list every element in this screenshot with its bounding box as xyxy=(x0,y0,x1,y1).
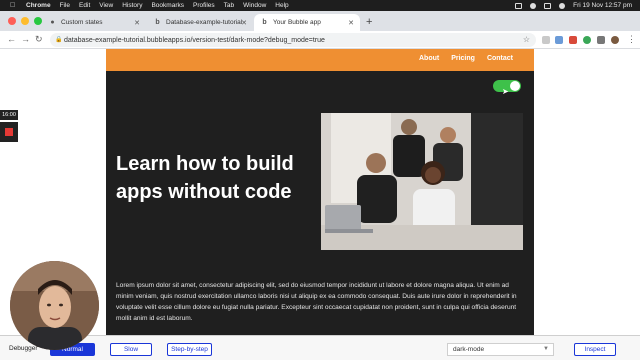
menu-tab[interactable]: Tab xyxy=(224,2,234,9)
page-selector[interactable]: dark-mode ▼ xyxy=(447,343,554,356)
inspect-button[interactable]: Inspect xyxy=(574,343,616,356)
tab-database-example[interactable]: b Database-example-tutorial | B ✕ xyxy=(147,14,253,31)
puzzle-extensions-icon[interactable] xyxy=(597,36,605,44)
nav-contact[interactable]: Contact xyxy=(487,55,513,62)
webcam-overlay xyxy=(10,261,99,350)
bubble-app-page: About Pricing Contact ➤ Learn how to bui… xyxy=(106,49,534,335)
bubble-logo-icon: b xyxy=(155,19,160,26)
camera-status-icon[interactable] xyxy=(515,2,523,9)
page-selector-value: dark-mode xyxy=(453,346,485,353)
tab-label: Custom states xyxy=(61,19,103,26)
apple-icon[interactable]:  xyxy=(10,2,17,9)
body-paragraph: Lorem ipsum dolor sit amet, consectetur … xyxy=(116,282,517,322)
extension-icon[interactable] xyxy=(555,36,563,44)
minimize-window-icon[interactable] xyxy=(21,17,29,25)
tab-custom-states[interactable]: ● Custom states ✕ xyxy=(42,14,146,31)
menu-view[interactable]: View xyxy=(99,2,113,9)
menu-profiles[interactable]: Profiles xyxy=(193,2,215,9)
lock-icon[interactable]: 🔒 xyxy=(55,36,62,43)
new-tab-icon[interactable]: + xyxy=(366,16,372,28)
stop-icon xyxy=(5,128,13,136)
team-photo-illustration xyxy=(321,113,523,250)
menubar-clock[interactable]: Fri 19 Nov 12:57 pm xyxy=(573,2,632,9)
hero-title: Learn how to build apps without code xyxy=(116,153,294,203)
close-tab-icon[interactable]: ✕ xyxy=(348,19,354,27)
chevron-down-icon: ▼ xyxy=(543,346,549,352)
menu-bookmarks[interactable]: Bookmarks xyxy=(151,2,184,9)
tab-label: Database-example-tutorial | B xyxy=(166,19,242,26)
nav-about[interactable]: About xyxy=(419,55,439,62)
browser-toolbar: ← → ↻ 🔒 database-example-tutorial.bubble… xyxy=(0,31,640,49)
forward-arrow-icon[interactable]: → xyxy=(21,34,30,44)
step-by-step-button[interactable]: Step-by-step xyxy=(167,343,212,356)
menu-window[interactable]: Window xyxy=(243,2,266,9)
site-header: About Pricing Contact xyxy=(106,49,534,71)
menu-file[interactable]: File xyxy=(60,2,70,9)
wifi-icon[interactable] xyxy=(530,2,537,9)
extension-icon[interactable] xyxy=(583,36,591,44)
presenter-video xyxy=(10,261,99,350)
more-menu-icon[interactable]: ⋮ xyxy=(627,34,636,45)
recording-timer: 16:00 xyxy=(0,110,18,120)
tab-label: Your Bubble app xyxy=(273,19,321,26)
menu-app-name[interactable]: Chrome xyxy=(26,2,51,9)
close-window-icon[interactable] xyxy=(8,17,16,25)
menubar-status-area: Fri 19 Nov 12:57 pm xyxy=(515,0,632,11)
browser-tab-strip: ● Custom states ✕ b Database-example-tut… xyxy=(0,11,640,31)
macos-menubar:  Chrome File Edit View History Bookmark… xyxy=(0,0,640,11)
toggle-knob xyxy=(510,81,520,91)
bookmark-star-icon[interactable]: ☆ xyxy=(523,35,530,44)
close-tab-icon[interactable]: ✕ xyxy=(134,19,140,27)
extension-icon[interactable] xyxy=(569,36,577,44)
mouse-cursor-icon: ➤ xyxy=(502,87,509,96)
tab-your-bubble-app[interactable]: b Your Bubble app ✕ xyxy=(254,14,360,31)
url-text[interactable]: database-example-tutorial.bubbleapps.io/… xyxy=(64,37,325,44)
back-arrow-icon[interactable]: ← xyxy=(7,34,16,44)
stop-recording-button[interactable] xyxy=(0,122,18,142)
extension-icon[interactable] xyxy=(542,36,550,44)
close-tab-icon[interactable]: ✕ xyxy=(241,19,247,27)
profile-avatar[interactable] xyxy=(611,36,619,44)
window-controls xyxy=(8,17,42,25)
menu-help[interactable]: Help xyxy=(275,2,288,9)
menu-edit[interactable]: Edit xyxy=(79,2,90,9)
bubble-logo-icon: ● xyxy=(50,19,55,26)
nav-pricing[interactable]: Pricing xyxy=(451,55,475,62)
debugger-bar: Debugger Normal Slow Step-by-step dark-m… xyxy=(0,335,640,360)
slow-speed-button[interactable]: Slow xyxy=(110,343,152,356)
bubble-logo-icon: b xyxy=(262,19,267,26)
hero-image xyxy=(321,113,523,250)
site-nav: About Pricing Contact xyxy=(419,55,513,62)
reload-icon[interactable]: ↻ xyxy=(35,34,43,45)
menu-history[interactable]: History xyxy=(122,2,142,9)
zoom-window-icon[interactable] xyxy=(34,17,42,25)
debugger-label: Debugger xyxy=(9,345,38,352)
search-icon[interactable] xyxy=(559,2,566,9)
battery-icon[interactable] xyxy=(544,2,552,9)
address-bar[interactable]: 🔒 database-example-tutorial.bubbleapps.i… xyxy=(50,33,536,47)
